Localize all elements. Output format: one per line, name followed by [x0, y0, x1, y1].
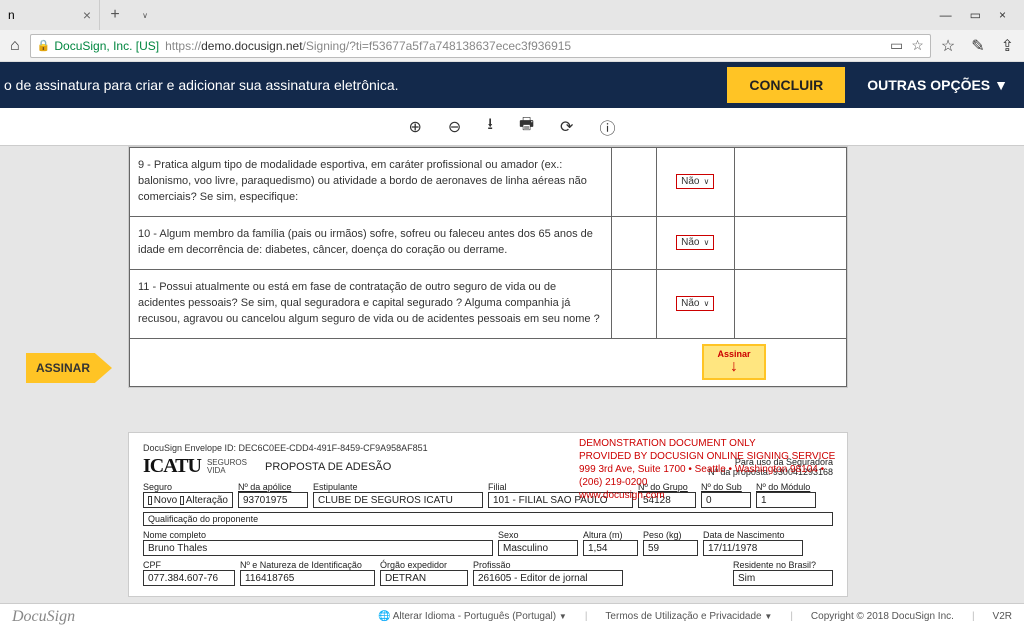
demo-watermark: DEMONSTRATION DOCUMENT ONLY PROVIDED BY …	[579, 437, 847, 502]
share-icon[interactable]: ⇪	[1001, 36, 1014, 56]
document-page-1: 9 - Pratica algum tipo de modalidade esp…	[128, 146, 848, 388]
sexo-field: Masculino	[498, 540, 578, 556]
question-11-select[interactable]: Não∨	[676, 296, 714, 311]
other-options-label: OUTRAS OPÇÕES	[867, 77, 990, 93]
profissao-field: 261605 - Editor de jornal	[473, 570, 623, 586]
zoom-in-icon[interactable]: ⊕	[409, 117, 422, 137]
cpf-field: 077.384.607-76	[143, 570, 235, 586]
qualificacao-row: Qualificação do proponente	[143, 512, 833, 526]
chevron-down-icon: ∨	[703, 177, 709, 186]
document-page-2: DEMONSTRATION DOCUMENT ONLY PROVIDED BY …	[128, 432, 848, 597]
notes-icon[interactable]: ✎	[971, 36, 984, 56]
site-identity: DocuSign, Inc. [US]	[54, 39, 159, 53]
browser-tab-bar: n × + ∨ — ▭ ×	[0, 0, 1024, 30]
maximize-icon[interactable]: ▭	[970, 8, 981, 22]
natureza-field: 116418765	[240, 570, 375, 586]
docusign-header: o de assinatura para criar e adicionar s…	[0, 62, 1024, 108]
chevron-down-icon: ∨	[703, 299, 709, 308]
altura-field: 1,54	[583, 540, 638, 556]
minimize-icon[interactable]: —	[940, 8, 952, 22]
question-11-text: 11 - Possui atualmente ou está em fase d…	[130, 269, 612, 338]
document-toolbar: ⊕ ⊖ ⭳ 🖶 ⟳ ⓘ	[0, 108, 1024, 146]
close-tab-icon[interactable]: ×	[83, 7, 91, 23]
question-9-select[interactable]: Não∨	[676, 174, 714, 189]
estipulante-field: CLUBE DE SEGUROS ICATU	[313, 492, 483, 508]
concluir-button[interactable]: CONCLUIR	[727, 67, 845, 103]
arrow-down-icon: ↓	[730, 359, 738, 375]
seguro-field: Novo Alteração	[143, 492, 233, 508]
peso-field: 59	[643, 540, 698, 556]
chevron-down-icon: ∨	[703, 238, 709, 247]
lock-icon: 🔒	[37, 39, 51, 52]
address-bar-row: ⌂ 🔒 DocuSign, Inc. [US] https://demo.doc…	[0, 30, 1024, 62]
version-label: V2R	[993, 611, 1012, 622]
help-icon[interactable]: ⓘ	[599, 115, 615, 139]
zoom-out-icon[interactable]: ⊖	[448, 117, 461, 137]
download-icon[interactable]: ⭳	[487, 113, 493, 140]
question-9-text: 9 - Pratica algum tipo de modalidade esp…	[130, 148, 612, 217]
reading-view-icon[interactable]: ▭	[890, 37, 903, 54]
document-viewer[interactable]: ASSINAR 9 - Pratica algum tipo de modali…	[0, 146, 1024, 603]
home-icon[interactable]: ⌂	[10, 37, 20, 55]
favorites-icon[interactable]: ☆	[941, 36, 955, 56]
residente-field: Sim	[733, 570, 833, 586]
url-scheme: https://	[165, 39, 201, 53]
comment-icon[interactable]: ⟳	[560, 117, 573, 137]
docusign-logo: DocuSign	[12, 608, 75, 626]
tab-label: n	[8, 8, 15, 22]
address-bar[interactable]: 🔒 DocuSign, Inc. [US] https://demo.docus…	[30, 34, 931, 58]
question-10-select[interactable]: Não∨	[676, 235, 714, 250]
proposal-title: PROPOSTA DE ADESÃO	[265, 461, 391, 473]
copyright-text: Copyright © 2018 DocuSign Inc.	[811, 611, 954, 622]
sign-here-field[interactable]: Assinar ↓	[702, 344, 766, 380]
url-path: /Signing/?ti=f53677a5f7a748138637ecec3f9…	[303, 39, 572, 53]
sign-here-indicator[interactable]: ASSINAR	[26, 353, 112, 383]
tab-overflow-button[interactable]: ∨	[130, 11, 160, 20]
question-10-text: 10 - Algum membro da família (pais ou ir…	[130, 216, 612, 269]
page-footer: DocuSign 🌐 Alterar Idioma - Português (P…	[0, 603, 1024, 629]
terms-link[interactable]: Termos de Utilização e Privacidade ▼	[605, 611, 772, 622]
close-window-icon[interactable]: ×	[999, 8, 1006, 22]
header-message: o de assinatura para criar e adicionar s…	[0, 77, 399, 93]
nome-field: Bruno Thales	[143, 540, 493, 556]
chevron-down-icon: ▼	[994, 77, 1008, 93]
browser-tab[interactable]: n ×	[0, 0, 100, 30]
print-icon[interactable]: 🖶	[519, 113, 534, 140]
url-host: demo.docusign.net	[201, 39, 302, 53]
new-tab-button[interactable]: +	[100, 6, 130, 24]
language-switcher[interactable]: 🌐 Alterar Idioma - Português (Portugal) …	[378, 611, 567, 622]
orgao-field: DETRAN	[380, 570, 468, 586]
favorite-icon[interactable]: ☆	[911, 37, 924, 54]
icatu-logo: ICATU	[143, 455, 201, 478]
apolice-field: 93701975	[238, 492, 308, 508]
data-nasc-field: 17/11/1978	[703, 540, 803, 556]
window-controls: — ▭ ×	[940, 8, 1024, 22]
other-options-menu[interactable]: OUTRAS OPÇÕES ▼	[867, 77, 1008, 93]
